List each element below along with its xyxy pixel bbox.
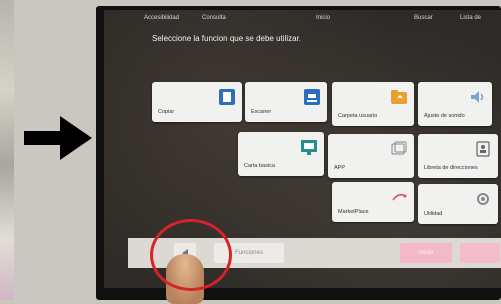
- tile-app[interactable]: APP: [328, 134, 414, 178]
- tile-basic-card-label: Carta basica: [244, 163, 275, 169]
- tile-sound[interactable]: Ajuste de sonido: [418, 82, 492, 126]
- address-book-icon: [476, 141, 490, 157]
- tile-scanner-label: Escaner: [251, 109, 272, 115]
- stop-button[interactable]: [460, 243, 500, 263]
- marketplace-icon: [392, 193, 407, 201]
- consult-button[interactable]: Consulta: [202, 15, 226, 21]
- speaker-icon: [471, 91, 484, 103]
- highlight-circle: [150, 219, 232, 291]
- tile-basic-card[interactable]: Carta basica: [238, 132, 324, 176]
- tile-scanner[interactable]: Escaner: [245, 82, 327, 122]
- copy-icon: [219, 89, 235, 105]
- cropped-photo-strip: [0, 0, 14, 300]
- app-icon: [391, 141, 407, 155]
- tile-copy[interactable]: Copiar: [152, 82, 242, 122]
- right-arrow-icon: [24, 116, 92, 160]
- tile-marketplace[interactable]: MarketPlace: [332, 182, 414, 222]
- start-button[interactable]: Inicio: [400, 243, 452, 263]
- scanner-icon: [304, 89, 320, 105]
- accessibility-button[interactable]: Accesibilidad: [144, 15, 179, 21]
- tile-user-folder[interactable]: Carpeta usuario: [332, 82, 414, 126]
- tile-sound-label: Ajuste de sonido: [424, 113, 465, 119]
- folder-icon: [391, 90, 407, 104]
- home-button[interactable]: Inicio: [316, 15, 330, 21]
- tile-app-label: APP: [334, 165, 346, 171]
- tile-user-folder-label: Carpeta usuario: [338, 113, 378, 119]
- screen-icon: [301, 140, 317, 155]
- list-button[interactable]: Lista de: [460, 15, 481, 21]
- tile-marketplace-label: MarketPlace: [338, 209, 369, 215]
- tile-utility[interactable]: Utilidad: [418, 184, 498, 224]
- tile-address-book[interactable]: Libreta de direcciones: [418, 134, 498, 178]
- search-button[interactable]: Buscar: [414, 15, 433, 21]
- tile-copy-label: Copiar: [158, 109, 175, 115]
- tile-address-book-label: Libreta de direcciones: [424, 165, 478, 171]
- utility-icon: [477, 193, 489, 205]
- instruction-text: Seleccione la funcion que se debe utiliz…: [152, 34, 301, 43]
- tile-utility-label: Utilidad: [424, 211, 443, 217]
- top-bar: Accesibilidad Consulta Inicio Buscar Lis…: [104, 10, 501, 28]
